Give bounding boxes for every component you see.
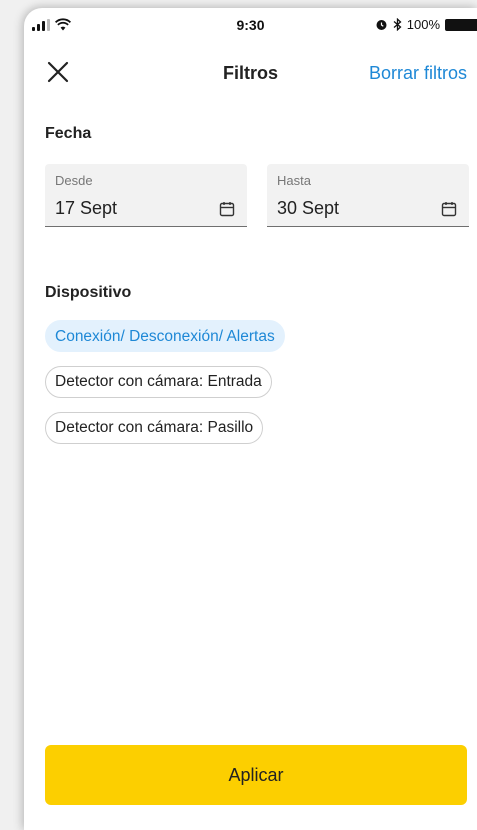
device-chip-entrance-camera[interactable]: Detector con cámara: Entrada	[45, 366, 272, 398]
header: Filtros Borrar filtros	[24, 48, 477, 98]
date-from-value: 17 Sept	[55, 198, 118, 218]
clear-filters-button[interactable]: Borrar filtros	[369, 63, 467, 84]
calendar-icon[interactable]	[219, 201, 235, 217]
phone-screen: 9:30 100% Filtros Borrar filtros Fecha D…	[24, 8, 477, 830]
date-to-field[interactable]: Hasta 30 Sept	[267, 164, 469, 227]
date-from-field[interactable]: Desde 17 Sept	[45, 164, 247, 227]
date-section-title: Fecha	[45, 125, 92, 142]
date-to-label: Hasta	[277, 173, 311, 188]
battery-percent: 100%	[406, 17, 440, 32]
status-bar: 9:30 100%	[24, 8, 477, 42]
device-chip-alerts[interactable]: Conexión/ Desconexión/ Alertas	[45, 320, 285, 352]
date-from-label: Desde	[55, 173, 93, 188]
calendar-icon[interactable]	[441, 201, 457, 217]
device-section-title: Dispositivo	[45, 284, 132, 301]
device-chip-hallway-camera[interactable]: Detector con cámara: Pasillo	[45, 412, 264, 444]
device-chip-list: Conexión/ Desconexión/ Alertas Detector …	[45, 320, 285, 458]
apply-button[interactable]: Aplicar	[45, 745, 467, 805]
battery-icon	[445, 18, 477, 31]
bluetooth-icon	[393, 18, 402, 31]
date-to-value: 30 Sept	[277, 198, 340, 218]
alarm-icon	[376, 20, 387, 30]
status-right: 100%	[375, 17, 477, 32]
